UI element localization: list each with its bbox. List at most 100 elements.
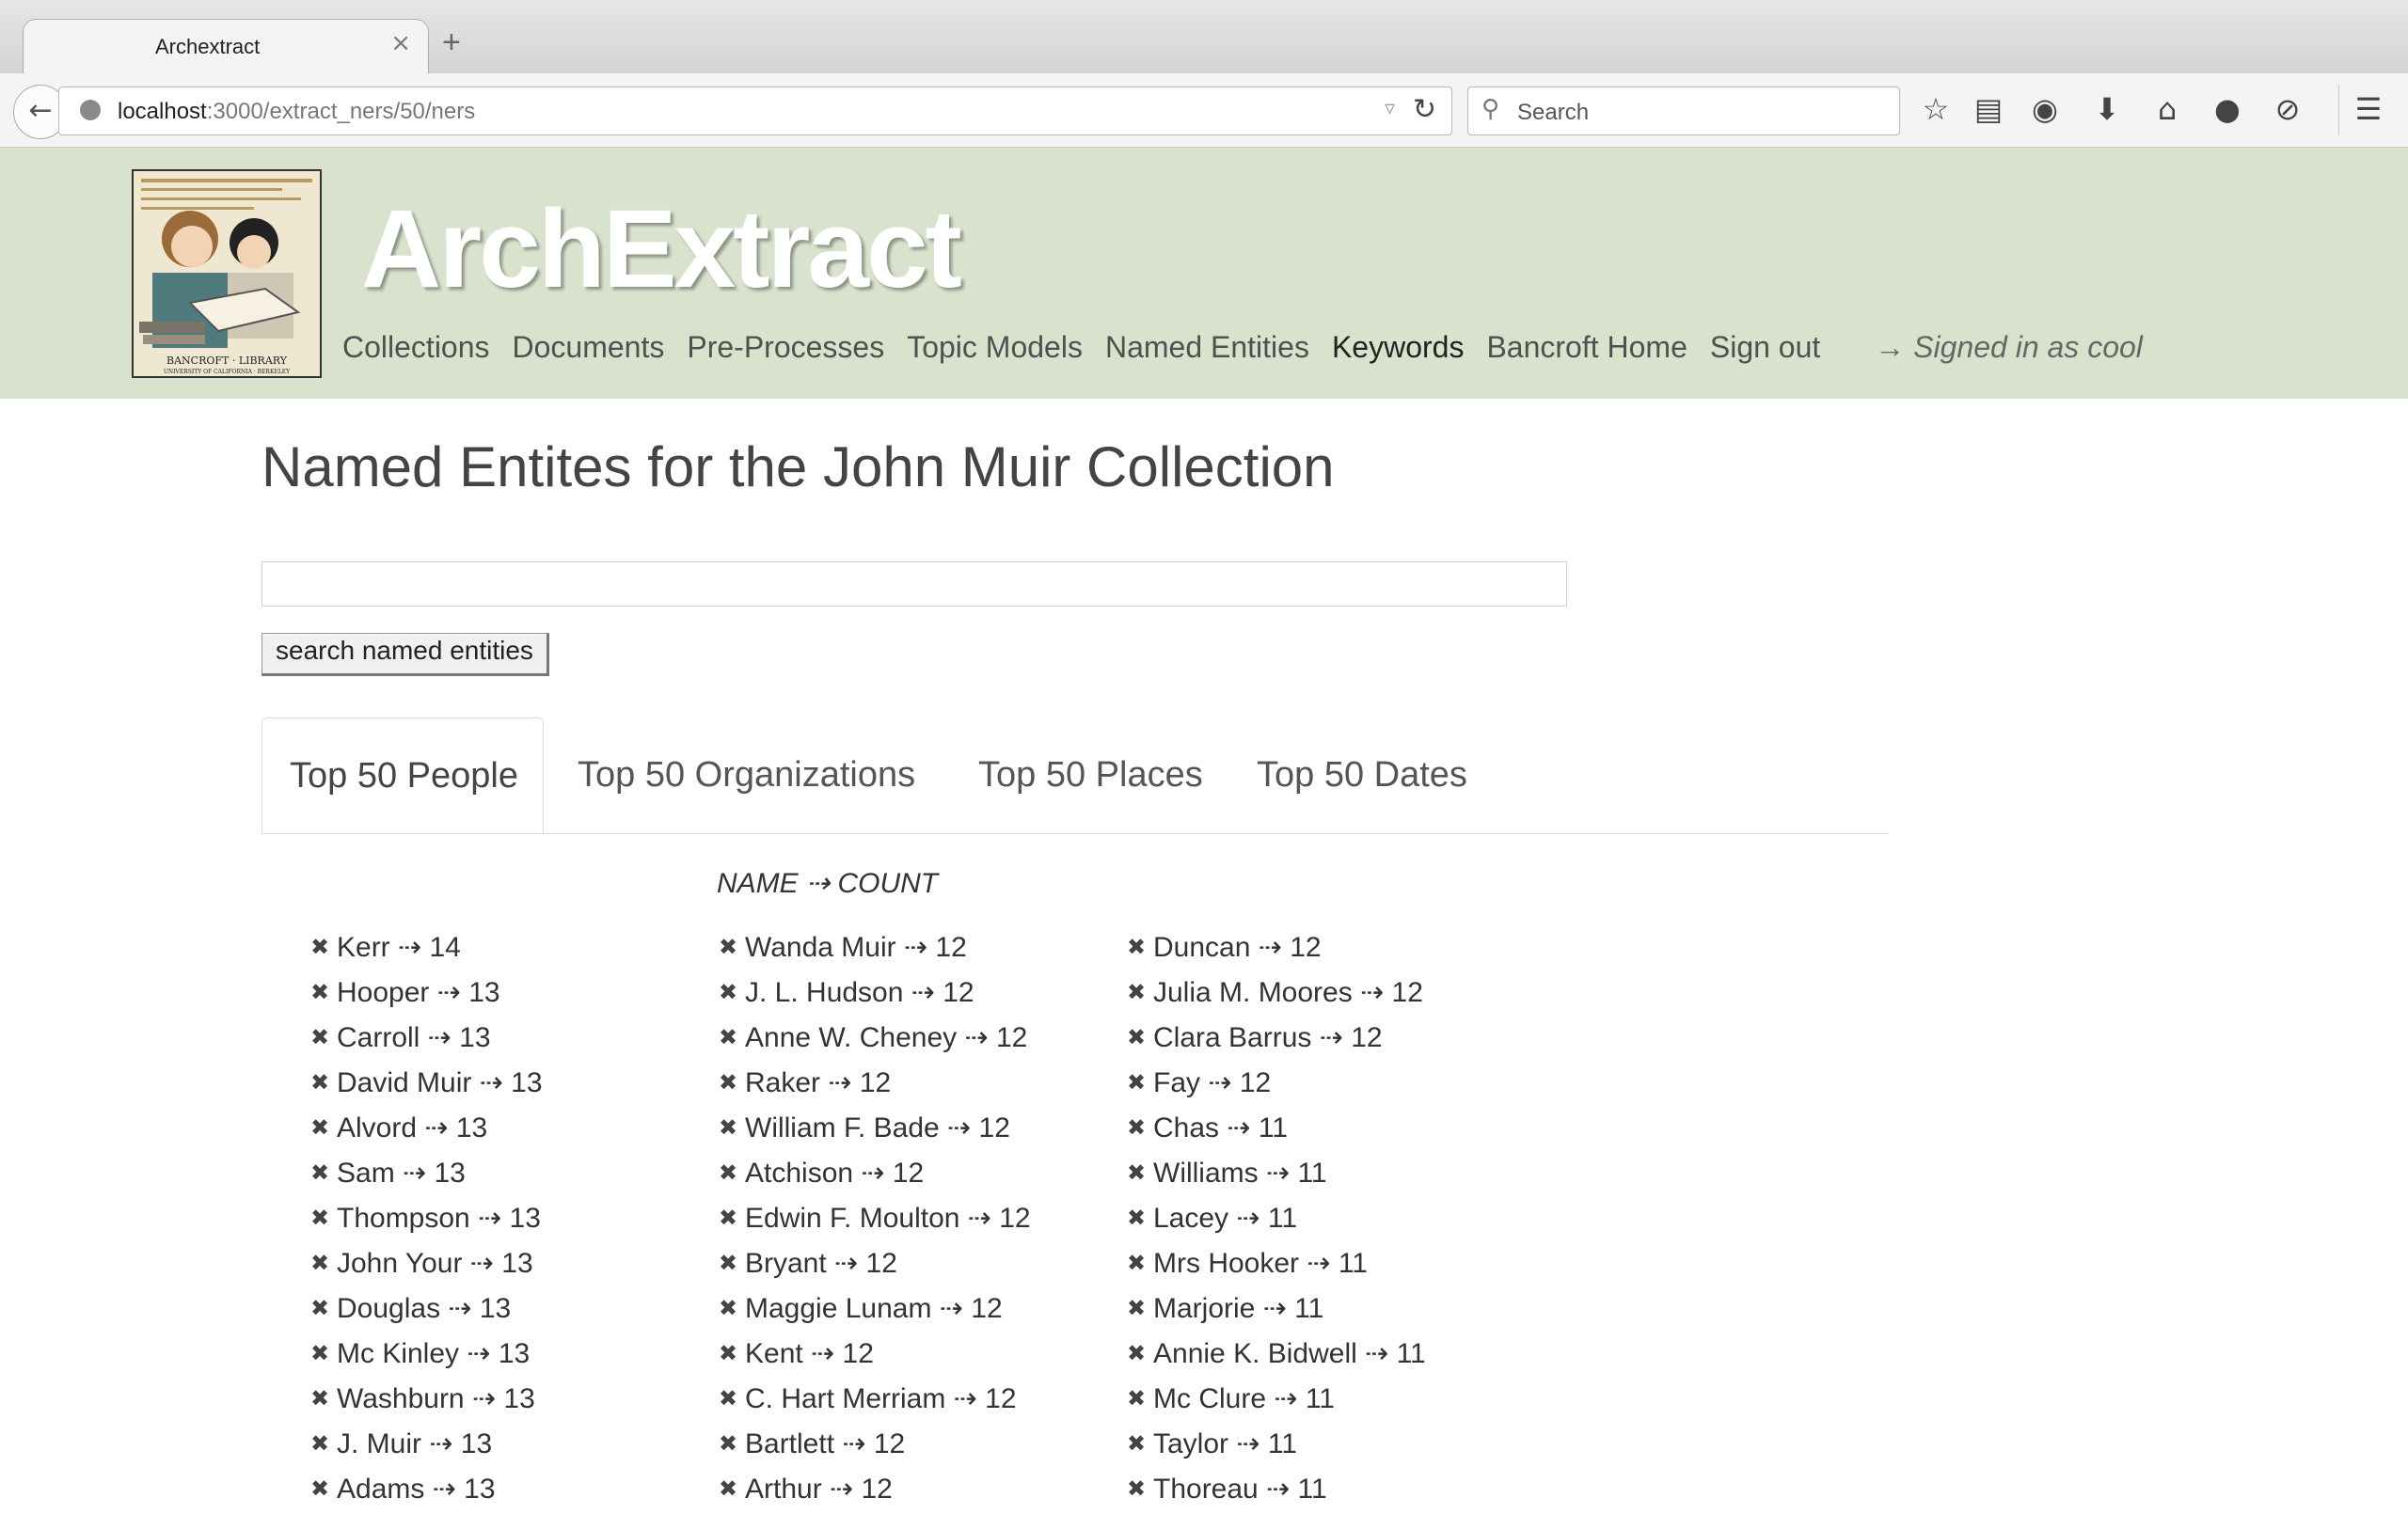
tab-top-50-places[interactable]: Top 50 Places xyxy=(978,718,1203,833)
remove-entity-icon[interactable]: ✖ xyxy=(1127,1063,1153,1104)
tab-close-icon[interactable]: × xyxy=(390,29,411,57)
remove-entity-icon[interactable]: ✖ xyxy=(310,1243,337,1285)
entity-list-item: ✖ David Muir ⇢ 13 xyxy=(310,1063,543,1108)
remove-entity-icon[interactable]: ✖ xyxy=(1127,1288,1153,1330)
remove-entity-icon[interactable]: ✖ xyxy=(310,1333,337,1375)
search-named-entities-button[interactable]: search named entities xyxy=(261,633,549,676)
entity-name-count: Adams ⇢ 13 xyxy=(337,1474,496,1505)
tab-top-50-organizations[interactable]: Top 50 Organizations xyxy=(578,718,915,833)
tab-top-50-dates[interactable]: Top 50 Dates xyxy=(1257,718,1467,833)
menu-icon[interactable]: ☰ xyxy=(2348,90,2389,128)
browser-search-bar[interactable]: ⚲ Search xyxy=(1467,87,1900,135)
entity-list-item: ✖ J. L. Hudson ⇢ 12 xyxy=(719,972,1031,1017)
url-dropmarker-icon[interactable]: ▿ xyxy=(1385,97,1395,120)
nav-documents[interactable]: Documents xyxy=(513,330,665,365)
remove-entity-icon[interactable]: ✖ xyxy=(1127,927,1153,969)
tracking-icon[interactable]: ⊘ xyxy=(2267,90,2308,128)
reload-icon[interactable]: ↻ xyxy=(1413,93,1436,126)
entity-list-item: ✖ Maggie Lunam ⇢ 12 xyxy=(719,1288,1031,1333)
entity-list-item: ✖ Hooper ⇢ 13 xyxy=(310,972,543,1017)
remove-entity-icon[interactable]: ✖ xyxy=(719,1379,745,1420)
remove-entity-icon[interactable]: ✖ xyxy=(310,927,337,969)
remove-entity-icon[interactable]: ✖ xyxy=(310,1153,337,1194)
remove-entity-icon[interactable]: ✖ xyxy=(719,1063,745,1104)
browser-tab[interactable]: Archextract × xyxy=(23,19,429,74)
reading-list-icon[interactable]: ▤ xyxy=(1968,90,2009,128)
entity-name-count: John Your ⇢ 13 xyxy=(337,1248,533,1279)
remove-entity-icon[interactable]: ✖ xyxy=(310,1424,337,1465)
entity-list-item: ✖ Julia M. Moores ⇢ 12 xyxy=(1127,972,1426,1017)
entity-column-2: ✖ Wanda Muir ⇢ 12 ✖ J. L. Hudson ⇢ 12 ✖ Anne … xyxy=(719,927,1031,1514)
remove-entity-icon[interactable]: ✖ xyxy=(310,1288,337,1330)
entity-name-count: Wanda Muir ⇢ 12 xyxy=(745,932,967,963)
remove-entity-icon[interactable]: ✖ xyxy=(719,1153,745,1194)
entity-name-count: Mc Kinley ⇢ 13 xyxy=(337,1338,531,1369)
remove-entity-icon[interactable]: ✖ xyxy=(719,927,745,969)
remove-entity-icon[interactable]: ✖ xyxy=(310,1017,337,1059)
bookmark-star-icon[interactable]: ☆ xyxy=(1915,90,1956,128)
tab-top-50-people[interactable]: Top 50 People xyxy=(261,718,544,833)
nav-topic-models[interactable]: Topic Models xyxy=(907,330,1083,365)
entity-list-item: ✖ Lacey ⇢ 11 xyxy=(1127,1198,1426,1243)
entity-list-item: ✖ Mrs Hooker ⇢ 11 xyxy=(1127,1243,1426,1288)
remove-entity-icon[interactable]: ✖ xyxy=(719,1108,745,1149)
entity-list-item: ✖ Sam ⇢ 13 xyxy=(310,1153,543,1198)
remove-entity-icon[interactable]: ✖ xyxy=(719,972,745,1014)
svg-text:BANCROFT · LIBRARY: BANCROFT · LIBRARY xyxy=(166,355,288,367)
download-icon[interactable]: ⬇ xyxy=(2086,90,2128,128)
remove-entity-icon[interactable]: ✖ xyxy=(719,1243,745,1285)
nav-sign-out[interactable]: Sign out xyxy=(1710,330,1820,365)
chat-icon[interactable]: ● xyxy=(2207,90,2248,128)
remove-entity-icon[interactable]: ✖ xyxy=(1127,1379,1153,1420)
remove-entity-icon[interactable]: ✖ xyxy=(1127,1108,1153,1149)
remove-entity-icon[interactable]: ✖ xyxy=(719,1017,745,1059)
brand-title[interactable]: ArchExtract xyxy=(361,185,962,313)
remove-entity-icon[interactable]: ✖ xyxy=(1127,1153,1153,1194)
remove-entity-icon[interactable]: ✖ xyxy=(1127,1243,1153,1285)
url-text[interactable]: localhost:3000/extract_ners/50/ners xyxy=(118,99,475,125)
entity-name-count: Anne W. Cheney ⇢ 12 xyxy=(745,1022,1028,1053)
remove-entity-icon[interactable]: ✖ xyxy=(310,1198,337,1239)
entity-list-item: ✖ Adams ⇢ 13 xyxy=(310,1469,543,1514)
remove-entity-icon[interactable]: ✖ xyxy=(719,1424,745,1465)
entity-list-item: ✖ Carroll ⇢ 13 xyxy=(310,1017,543,1063)
remove-entity-icon[interactable]: ✖ xyxy=(310,1469,337,1510)
remove-entity-icon[interactable]: ✖ xyxy=(1127,972,1153,1014)
remove-entity-icon[interactable]: ✖ xyxy=(719,1333,745,1375)
pocket-icon[interactable]: ◉ xyxy=(2024,90,2066,128)
remove-entity-icon[interactable]: ✖ xyxy=(719,1288,745,1330)
toolbar-divider xyxy=(2338,85,2339,135)
remove-entity-icon[interactable]: ✖ xyxy=(310,1063,337,1104)
browser-tab-title: Archextract xyxy=(155,35,261,58)
remove-entity-icon[interactable]: ✖ xyxy=(1127,1469,1153,1510)
remove-entity-icon[interactable]: ✖ xyxy=(310,972,337,1014)
nav-pre-processes[interactable]: Pre-Processes xyxy=(687,330,884,365)
remove-entity-icon[interactable]: ✖ xyxy=(719,1198,745,1239)
remove-entity-icon[interactable]: ✖ xyxy=(310,1108,337,1149)
remove-entity-icon[interactable]: ✖ xyxy=(1127,1017,1153,1059)
entity-name-count: Duncan ⇢ 12 xyxy=(1153,932,1322,963)
nav-bancroft-home[interactable]: Bancroft Home xyxy=(1486,330,1687,365)
new-tab-icon[interactable]: + xyxy=(442,24,461,61)
nav-named-entities[interactable]: Named Entities xyxy=(1105,330,1309,365)
site-header: BANCROFT · LIBRARY UNIVERSITY OF CALIFOR… xyxy=(0,148,2408,399)
remove-entity-icon[interactable]: ✖ xyxy=(1127,1198,1153,1239)
remove-entity-icon[interactable]: ✖ xyxy=(719,1469,745,1510)
url-bar[interactable]: localhost:3000/extract_ners/50/ners ▿ ↻ xyxy=(58,87,1452,135)
entity-list-item: ✖ Mc Kinley ⇢ 13 xyxy=(310,1333,543,1379)
remove-entity-icon[interactable]: ✖ xyxy=(310,1379,337,1420)
remove-entity-icon[interactable]: ✖ xyxy=(1127,1333,1153,1375)
bancroft-library-logo[interactable]: BANCROFT · LIBRARY UNIVERSITY OF CALIFOR… xyxy=(132,169,322,378)
entity-name-count: J. L. Hudson ⇢ 12 xyxy=(745,977,974,1008)
search-icon: ⚲ xyxy=(1481,95,1500,123)
entity-list-item: ✖ Kent ⇢ 12 xyxy=(719,1333,1031,1379)
entity-list-item: ✖ John Your ⇢ 13 xyxy=(310,1243,543,1288)
entity-name-count: Taylor ⇢ 11 xyxy=(1153,1428,1297,1459)
entity-list-item: ✖ Kerr ⇢ 14 xyxy=(310,927,543,972)
entity-list-item: ✖ Chas ⇢ 11 xyxy=(1127,1108,1426,1153)
home-icon[interactable]: ⌂ xyxy=(2147,90,2188,128)
named-entity-search-input[interactable] xyxy=(261,561,1567,607)
nav-keywords[interactable]: Keywords xyxy=(1332,330,1465,365)
remove-entity-icon[interactable]: ✖ xyxy=(1127,1424,1153,1465)
nav-collections[interactable]: Collections xyxy=(342,330,490,365)
